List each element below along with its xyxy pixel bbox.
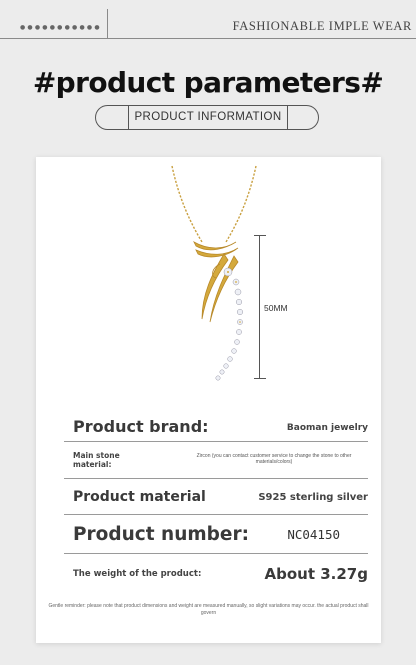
dimension-top-tick xyxy=(254,235,266,236)
top-bar: ●●●●●●●●●●● FASHIONABLE IMPLE WEAR xyxy=(0,0,416,42)
spec-divider xyxy=(64,441,368,442)
brand-tagline: FASHIONABLE IMPLE WEAR xyxy=(232,19,412,33)
spec-brand-label: Product brand: xyxy=(73,417,209,436)
section-badge-label: PRODUCT INFORMATION xyxy=(128,105,288,130)
section-badge: PRODUCT INFORMATION xyxy=(95,105,319,130)
product-card: 50MM Product brand: Baoman jewelry Main … xyxy=(36,157,381,643)
spec-weight-label: The weight of the product: xyxy=(73,569,202,579)
top-bar-divider xyxy=(107,9,108,39)
spec-number-label: Product number: xyxy=(73,524,249,545)
spec-main-stone-value: Zircon (you can contact customer service… xyxy=(196,453,352,465)
spec-main-stone-label: Main stone material: xyxy=(73,451,120,469)
necklace-image xyxy=(171,165,257,381)
spec-weight-value: About 3.27g xyxy=(264,565,368,583)
spec-divider xyxy=(64,478,368,479)
spec-material-value: S925 sterling silver xyxy=(258,492,368,503)
spec-brand-value: Baoman jewelry xyxy=(286,423,368,433)
spec-material-label: Product material xyxy=(73,489,206,505)
spec-number-value: NC04150 xyxy=(287,527,340,542)
page-title: #product parameters# xyxy=(32,66,384,99)
dimension-line xyxy=(259,235,260,379)
decorative-dots: ●●●●●●●●●●● xyxy=(20,24,102,31)
top-bar-rule xyxy=(0,38,416,39)
spec-divider xyxy=(64,553,368,554)
footer-note: Gentle reminder: please note that produc… xyxy=(48,603,369,616)
spec-divider xyxy=(64,514,368,515)
dimension-label: 50MM xyxy=(264,303,288,313)
dimension-bottom-tick xyxy=(254,378,266,379)
